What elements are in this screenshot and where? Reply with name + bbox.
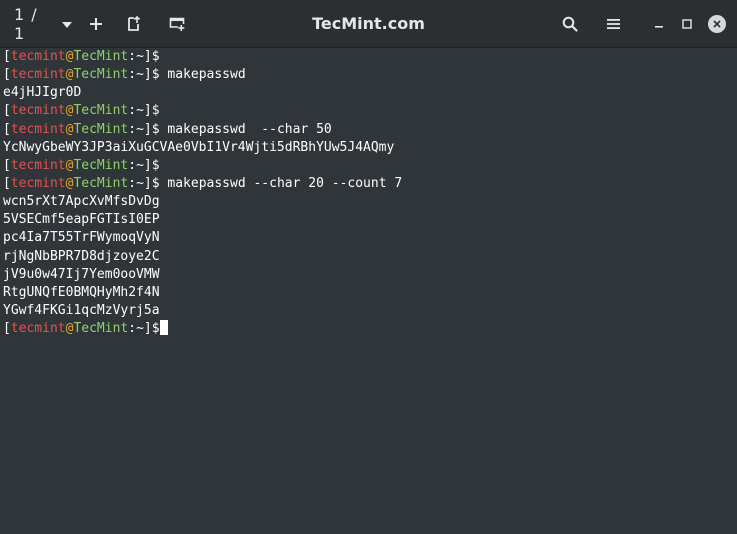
text-cursor	[159, 320, 168, 336]
prompt-host: TecMint	[73, 49, 129, 64]
output-line: YGwf4FKGi1qcMzVyrj5a	[3, 302, 160, 318]
prompt-close-bracket: ]	[143, 321, 152, 337]
terminal-output-area[interactable]: [tecmint@TecMint:~]$ [tecmint@TecMint:~]$…	[0, 48, 737, 534]
prompt-open-bracket: [	[3, 157, 11, 173]
tab-counter-label: 1 / 1	[14, 4, 38, 43]
prompt-symbol: $	[151, 121, 160, 137]
output-line: jV9u0w47Ij7Yem0ooVMW	[3, 266, 160, 282]
prompt-path: :~	[128, 103, 144, 119]
prompt-host: TecMint	[73, 121, 129, 137]
new-tab-icon	[90, 17, 102, 30]
close-icon	[708, 14, 726, 33]
prompt-path: :~	[128, 321, 144, 337]
new-tab-button[interactable]	[81, 0, 111, 47]
prompt-user: tecmint	[10, 121, 66, 137]
prompt-symbol: $	[151, 175, 160, 191]
prompt-path: :~	[128, 49, 144, 64]
output-line: RtgUNQfE0BMQHyMh2f4N	[3, 284, 160, 300]
output-line: rjNgNbBPR7D8djzoye2C	[3, 248, 160, 264]
chevron-down-icon	[62, 21, 72, 28]
close-button[interactable]	[702, 0, 732, 47]
search-icon	[562, 16, 578, 32]
prompt-close-bracket: ]	[143, 157, 152, 173]
detach-tab-button[interactable]	[119, 0, 149, 47]
output-line: YcNwyGbeWY3JP3aiXuGCVAe0VbI1Vr4Wjti5dRBh…	[3, 139, 395, 155]
terminal-window: 1 / 1 TecMint.com [tecmint@TecMint:~]$ […	[0, 0, 737, 534]
output-line: wcn5rXt7ApcXvMfsDvDg	[3, 194, 160, 210]
command-text: makepasswd --char 20 --count 7	[159, 175, 403, 191]
prompt-close-bracket: ]	[143, 121, 152, 137]
prompt-user: tecmint	[10, 67, 66, 83]
prompt-open-bracket: [	[3, 121, 11, 137]
prompt-close-bracket: ]	[143, 49, 152, 64]
prompt-host: TecMint	[73, 175, 129, 191]
detach-tab-icon	[128, 15, 141, 31]
maximize-icon	[682, 18, 692, 29]
prompt-user: tecmint	[10, 49, 66, 64]
prompt-line: [tecmint@TecMint:~]$ makepasswd --char 5…	[3, 121, 737, 139]
prompt-line: [tecmint@TecMint:~]$ makepasswd	[3, 66, 737, 84]
prompt-line: [tecmint@TecMint:~]$	[3, 102, 737, 120]
prompt-line: [tecmint@TecMint:~]$ makepasswd --char 2…	[3, 175, 737, 193]
prompt-path: :~	[128, 175, 144, 191]
minimize-button[interactable]	[644, 0, 674, 47]
header-bar: 1 / 1 TecMint.com	[0, 0, 737, 48]
search-button[interactable]	[555, 0, 585, 47]
add-terminal-button[interactable]	[162, 0, 192, 47]
prompt-symbol: $	[151, 49, 160, 64]
prompt-line: [tecmint@TecMint:~]$	[3, 157, 737, 175]
prompt-close-bracket: ]	[143, 103, 152, 119]
prompt-symbol: $	[151, 67, 160, 83]
prompt-host: TecMint	[73, 67, 129, 83]
prompt-open-bracket: [	[3, 49, 11, 64]
prompt-user: tecmint	[10, 157, 66, 173]
maximize-button[interactable]	[672, 0, 702, 47]
prompt-open-bracket: [	[3, 321, 11, 337]
prompt-close-bracket: ]	[143, 175, 152, 191]
menu-button[interactable]	[598, 0, 628, 47]
prompt-open-bracket: [	[3, 103, 11, 119]
prompt-host: TecMint	[73, 321, 129, 337]
prompt-path: :~	[128, 157, 144, 173]
prompt-path: :~	[128, 67, 144, 83]
hamburger-menu-icon	[606, 18, 620, 29]
prompt-symbol: $	[151, 157, 160, 173]
add-terminal-icon	[169, 17, 185, 31]
prompt-path: :~	[128, 121, 144, 137]
prompt-symbol: $	[151, 103, 160, 119]
output-line: 5VSECmf5eapFGTIsI0EP	[3, 212, 160, 228]
prompt-line: [tecmint@TecMint:~]$	[3, 48, 737, 66]
prompt-host: TecMint	[73, 103, 129, 119]
command-text: makepasswd	[159, 67, 246, 83]
prompt-open-bracket: [	[3, 67, 11, 83]
tab-switcher-button[interactable]: 1 / 1	[14, 0, 72, 47]
prompt-user: tecmint	[10, 103, 66, 119]
prompt-close-bracket: ]	[143, 67, 152, 83]
prompt-line: [tecmint@TecMint:~]$	[3, 320, 737, 338]
command-text: makepasswd --char 50	[159, 121, 332, 137]
prompt-symbol: $	[151, 321, 160, 337]
prompt-user: tecmint	[10, 321, 66, 337]
prompt-user: tecmint	[10, 175, 66, 191]
output-line: pc4Ia7T55TrFWymoqVyN	[3, 230, 160, 246]
prompt-open-bracket: [	[3, 175, 11, 191]
output-line: e4jHJIgr0D	[3, 85, 82, 101]
prompt-host: TecMint	[73, 157, 129, 173]
minimize-icon	[655, 25, 663, 28]
